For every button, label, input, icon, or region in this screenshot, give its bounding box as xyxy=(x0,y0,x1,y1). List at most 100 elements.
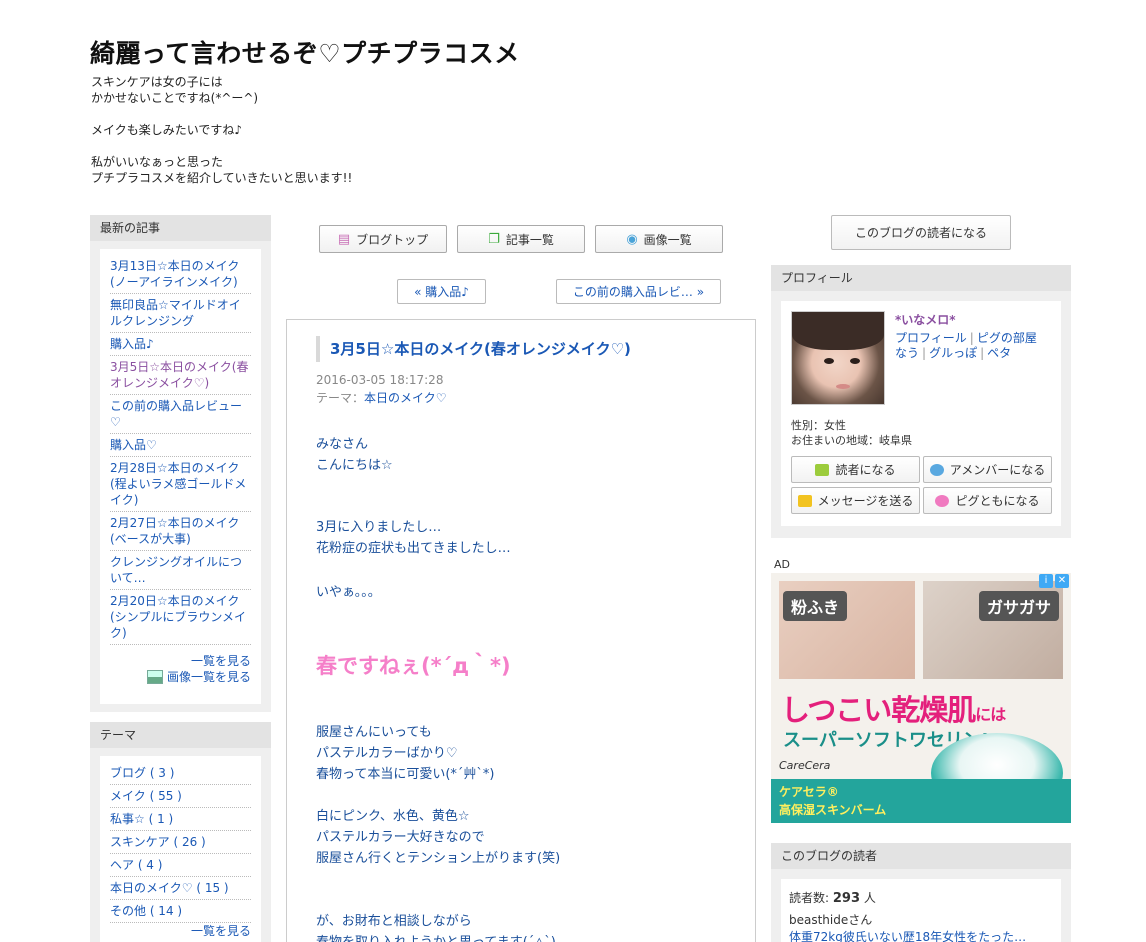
article-line: 服屋さんにいっても xyxy=(316,725,432,740)
recent-entry-link[interactable]: クレンジングオイルについて… xyxy=(110,551,251,590)
profile-name[interactable]: *いなメロ* xyxy=(895,311,956,328)
profile-heading: プロフィール xyxy=(771,265,1071,291)
blog-desc-line: プチプラコスメを紹介していきたいと思います!! xyxy=(91,171,353,185)
send-message-button[interactable]: メッセージを送る xyxy=(791,487,920,514)
amember-icon xyxy=(929,463,944,476)
ad-info-icon[interactable]: i xyxy=(1039,574,1053,588)
article-line: が、お財布と相談しながら xyxy=(316,914,472,929)
article-paragraph: 服屋さんにいっても パステルカラーばかり♡ 春物って本当に可愛い(*´艸`*) xyxy=(316,722,495,785)
blog-top-label: ブログトップ xyxy=(356,232,429,247)
pigg-room-link[interactable]: ピグの部屋 xyxy=(977,331,1037,345)
theme-link[interactable]: ブログ ( 3 ) xyxy=(110,762,251,785)
now-link[interactable]: なう xyxy=(895,346,919,360)
guruppo-link[interactable]: グルっぽ xyxy=(929,346,977,360)
profile-link[interactable]: プロフィール xyxy=(895,331,967,345)
blog-description: スキンケアは女の子には かかせないことですね(*^ー^) メイクも楽しみたいです… xyxy=(91,74,352,186)
readers-count-label: 読者数: xyxy=(789,891,830,905)
avatar-eye xyxy=(824,358,834,364)
recent-entry-link[interactable]: 2月20日☆本日のメイク(シンプルにブラウンメイク) xyxy=(110,590,251,645)
image-list-more-link[interactable]: 画像一覧を見る xyxy=(167,669,251,685)
article-paragraph: 白にピンク、水色、黄色☆ パステルカラー大好きなので 服屋さん行くとテンション上… xyxy=(316,806,560,869)
avatar-hair xyxy=(792,312,884,350)
article-line: 春物を取り入れようかと思ってます(´△`) xyxy=(316,932,556,942)
ad-label: AD xyxy=(774,558,790,571)
ad-image-heel: ガサガサ xyxy=(923,581,1063,679)
blog-desc-gap xyxy=(91,106,352,122)
recent-entries-heading: 最新の記事 xyxy=(90,215,271,241)
ad-close-icon[interactable]: ✕ xyxy=(1055,574,1069,588)
ad-bar-line: ケアセラ® xyxy=(779,785,839,799)
article-line: 春物って本当に可愛い(*´艸`*) xyxy=(316,767,495,782)
article-theme-label: テーマ： xyxy=(316,391,365,405)
article: 3月5日☆本日のメイク(春オレンジメイク♡) 2016-03-05 18:17:… xyxy=(286,319,756,942)
recent-entry-link[interactable]: 2月28日☆本日のメイク(程よいラメ感ゴールドメイク) xyxy=(110,457,251,512)
recent-entry-link[interactable]: 無印良品☆マイルドオイルクレンジング xyxy=(110,294,251,333)
article-paragraph: みなさん こんにちは☆ xyxy=(316,434,393,476)
ad-banner[interactable]: 粉ふき ガサガサ i ✕ しつこい乾燥肌には スーパーソフトワセリン! Care… xyxy=(771,573,1071,823)
recent-entry-link-current[interactable]: 3月5日☆本日のメイク(春オレンジメイク♡) xyxy=(110,356,251,395)
ad-controls: i ✕ xyxy=(1039,574,1069,588)
pigg-friend-button[interactable]: ピグともになる xyxy=(923,487,1052,514)
readers-count-unit: 人 xyxy=(863,891,876,905)
readers-count-value: 293 xyxy=(832,891,861,906)
readers-count: 読者数: 293 人 xyxy=(789,889,1053,906)
recent-more-link[interactable]: 一覧を見る xyxy=(110,653,251,669)
peta-link[interactable]: ペタ xyxy=(987,346,1011,360)
camera-icon: ◉ xyxy=(626,231,638,247)
next-entry-link[interactable]: この前の購入品レビ… » xyxy=(556,279,721,304)
blog-title[interactable]: 綺麗って言わせるぞ♡プチプラコスメ xyxy=(90,34,520,70)
article-paragraph: が、お財布と相談しながら 春物を取り入れようかと思ってます(´△`) xyxy=(316,911,556,942)
article-line: いやぁ。。。 xyxy=(316,585,381,600)
blog-desc-line: メイクも楽しみたいですね♪ xyxy=(91,123,243,137)
article-line: 白にピンク、水色、黄色☆ xyxy=(316,809,470,824)
theme-link[interactable]: 本日のメイク♡ ( 15 ) xyxy=(110,877,251,900)
pigg-icon xyxy=(935,494,950,507)
separator: | xyxy=(980,346,985,360)
reader-blog-link[interactable]: 体重72kg彼氏いない歴18年女性をたった… xyxy=(789,930,1026,942)
prev-entry-link[interactable]: « 購入品♪ xyxy=(397,279,486,304)
article-paragraph: 3月に入りましたし… 花粉症の症状も出てきましたし… xyxy=(316,517,511,559)
blog-top-button[interactable]: ▤ ブログトップ xyxy=(319,225,447,253)
ad-tag: ガサガサ xyxy=(978,591,1059,621)
theme-link[interactable]: メイク ( 55 ) xyxy=(110,785,251,808)
article-theme-link[interactable]: 本日のメイク♡ xyxy=(364,391,447,405)
theme-link[interactable]: スキンケア ( 26 ) xyxy=(110,831,251,854)
recent-entry-link[interactable]: この前の購入品レビュー♡ xyxy=(110,395,251,434)
ad-bottom-bar: ケアセラ® 高保湿スキンバーム xyxy=(771,779,1071,823)
theme-link[interactable]: 私事☆ ( 1 ) xyxy=(110,808,251,831)
book-icon xyxy=(815,463,830,476)
ad-headline-suffix: には xyxy=(975,705,1006,724)
become-reader-button[interactable]: このブログの読者になる xyxy=(831,215,1011,250)
readers-box: このブログの読者 読者数: 293 人 beasthideさん 体重72kg彼氏… xyxy=(771,843,1071,942)
image-list-more[interactable]: 画像一覧を見る xyxy=(110,669,251,685)
profile-gender: 性別：女性 xyxy=(791,419,846,432)
article-line: こんにちは☆ xyxy=(316,458,393,473)
article-line: パステルカラー大好きなので xyxy=(316,830,485,845)
theme-link[interactable]: ヘア ( 4 ) xyxy=(110,854,251,877)
recent-entry-link[interactable]: 購入品♡ xyxy=(110,434,251,457)
entry-list-button[interactable]: ❐ 記事一覧 xyxy=(457,225,585,253)
entry-list-label: 記事一覧 xyxy=(505,232,554,247)
recent-entry-link[interactable]: 購入品♪ xyxy=(110,333,251,356)
theme-more-link[interactable]: 一覧を見る xyxy=(110,923,251,939)
send-message-label: メッセージを送る xyxy=(817,494,914,508)
image-list-button[interactable]: ◉ 画像一覧 xyxy=(595,225,723,253)
recent-entries-box: 最新の記事 3月13日☆本日のメイク(ノーアイラインメイク) 無印良品☆マイルド… xyxy=(90,215,271,712)
article-title[interactable]: 3月5日☆本日のメイク(春オレンジメイク♡) xyxy=(316,336,726,362)
amember-button[interactable]: アメンバーになる xyxy=(923,456,1052,483)
profile-reader-button[interactable]: 読者になる xyxy=(791,456,920,483)
profile-reader-label: 読者になる xyxy=(835,463,896,477)
avatar[interactable] xyxy=(791,311,885,405)
theme-list: ブログ ( 3 ) メイク ( 55 ) 私事☆ ( 1 ) スキンケア ( 2… xyxy=(100,756,261,942)
recent-entries-list: 3月13日☆本日のメイク(ノーアイラインメイク) 無印良品☆マイルドオイルクレン… xyxy=(100,249,261,704)
recent-entry-link[interactable]: 2月27日☆本日のメイク(ベースが大事) xyxy=(110,512,251,551)
document-icon: ▤ xyxy=(337,231,351,247)
separator: | xyxy=(969,331,974,345)
theme-heading: テーマ xyxy=(90,722,271,748)
article-line: 3月に入りましたし… xyxy=(316,520,442,535)
ad-headline: しつこい乾燥肌には xyxy=(781,687,1006,729)
reader-name: beasthideさん xyxy=(789,913,873,927)
recent-entry-link[interactable]: 3月13日☆本日のメイク(ノーアイラインメイク) xyxy=(110,255,251,294)
theme-link[interactable]: その他 ( 14 ) xyxy=(110,900,251,923)
